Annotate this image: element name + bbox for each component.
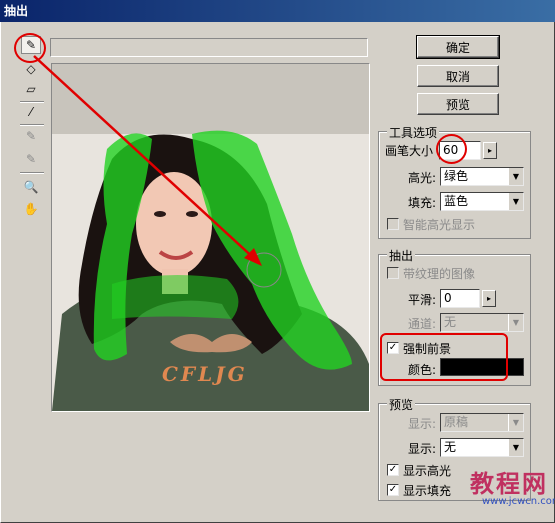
annotation-circle-tool bbox=[14, 33, 46, 63]
smooth-slider-button[interactable]: ▸ bbox=[482, 290, 496, 307]
tool-separator bbox=[20, 124, 44, 126]
chevron-down-icon: ▼ bbox=[508, 314, 523, 331]
fill-label: 填充: bbox=[408, 196, 437, 210]
textured-image-checkbox[interactable] bbox=[387, 267, 399, 279]
chevron-down-icon: ▼ bbox=[508, 439, 523, 456]
preview-image bbox=[52, 64, 369, 411]
tool-options-title: 工具选项 bbox=[387, 124, 440, 141]
fill-color-value: 蓝色 bbox=[444, 194, 469, 208]
channel-value: 无 bbox=[444, 315, 457, 329]
display-select[interactable]: 无 ▼ bbox=[440, 438, 524, 457]
extraction-title: 抽出 bbox=[387, 247, 416, 264]
fill-color-select[interactable]: 蓝色 ▼ bbox=[440, 192, 524, 211]
show-highlight-checkbox[interactable]: ✓ bbox=[387, 464, 399, 476]
tool-separator bbox=[20, 101, 44, 103]
channel-select[interactable]: 无 ▼ bbox=[440, 313, 524, 332]
smart-highlight-label: 智能高光显示 bbox=[403, 218, 476, 232]
smooth-label: 平滑: bbox=[408, 293, 437, 307]
channel-label: 通道: bbox=[408, 317, 437, 331]
annotation-box-force-foreground bbox=[380, 333, 508, 381]
show-label: 显示: bbox=[408, 417, 437, 431]
zoom-icon[interactable]: 🔍 bbox=[21, 178, 41, 196]
chevron-down-icon: ▼ bbox=[508, 168, 523, 185]
highlight-label: 高光: bbox=[408, 171, 437, 185]
display-label: 显示: bbox=[408, 442, 437, 456]
show-fill-label: 显示填充 bbox=[403, 484, 452, 498]
brush-size-slider-button[interactable]: ▸ bbox=[483, 142, 497, 159]
show-select[interactable]: 原稿 ▼ bbox=[440, 413, 524, 432]
brush-size-label: 画笔大小 bbox=[385, 144, 434, 158]
message-field bbox=[50, 38, 368, 57]
preview-canvas[interactable]: CFLJG bbox=[51, 63, 370, 412]
smart-highlight-checkbox[interactable] bbox=[387, 218, 399, 230]
chevron-down-icon: ▼ bbox=[508, 414, 523, 431]
window-title: 抽出 bbox=[0, 0, 555, 22]
cleanup-icon[interactable]: ✎ bbox=[21, 127, 41, 145]
textured-image-label: 带纹理的图像 bbox=[403, 267, 476, 281]
eyedropper-icon[interactable]: ⁄ bbox=[21, 103, 41, 121]
image-logo-text: CFLJG bbox=[162, 362, 248, 386]
annotation-circle-brush-size bbox=[436, 134, 467, 164]
display-value: 无 bbox=[444, 440, 457, 454]
tool-separator bbox=[20, 172, 44, 174]
edge-touchup-icon[interactable]: ✎ bbox=[21, 150, 41, 168]
chevron-down-icon: ▼ bbox=[508, 193, 523, 210]
cancel-button[interactable]: 取消 bbox=[417, 65, 499, 87]
site-watermark: 教程网 bbox=[470, 469, 548, 498]
site-watermark-url: www.jcwcn.com bbox=[482, 496, 555, 507]
show-value: 原稿 bbox=[444, 415, 469, 429]
ok-button[interactable]: 确定 bbox=[416, 35, 500, 59]
preview-options-title: 预览 bbox=[387, 396, 416, 413]
highlight-color-select[interactable]: 绿色 ▼ bbox=[440, 167, 524, 186]
preview-button[interactable]: 预览 bbox=[417, 93, 499, 115]
hand-icon[interactable]: ✋ bbox=[21, 200, 41, 218]
show-fill-checkbox[interactable]: ✓ bbox=[387, 484, 399, 496]
eraser-icon[interactable]: ▱ bbox=[21, 80, 41, 98]
highlight-color-value: 绿色 bbox=[444, 169, 469, 183]
smooth-input[interactable]: 0 bbox=[440, 289, 480, 308]
show-highlight-label: 显示高光 bbox=[403, 464, 452, 478]
